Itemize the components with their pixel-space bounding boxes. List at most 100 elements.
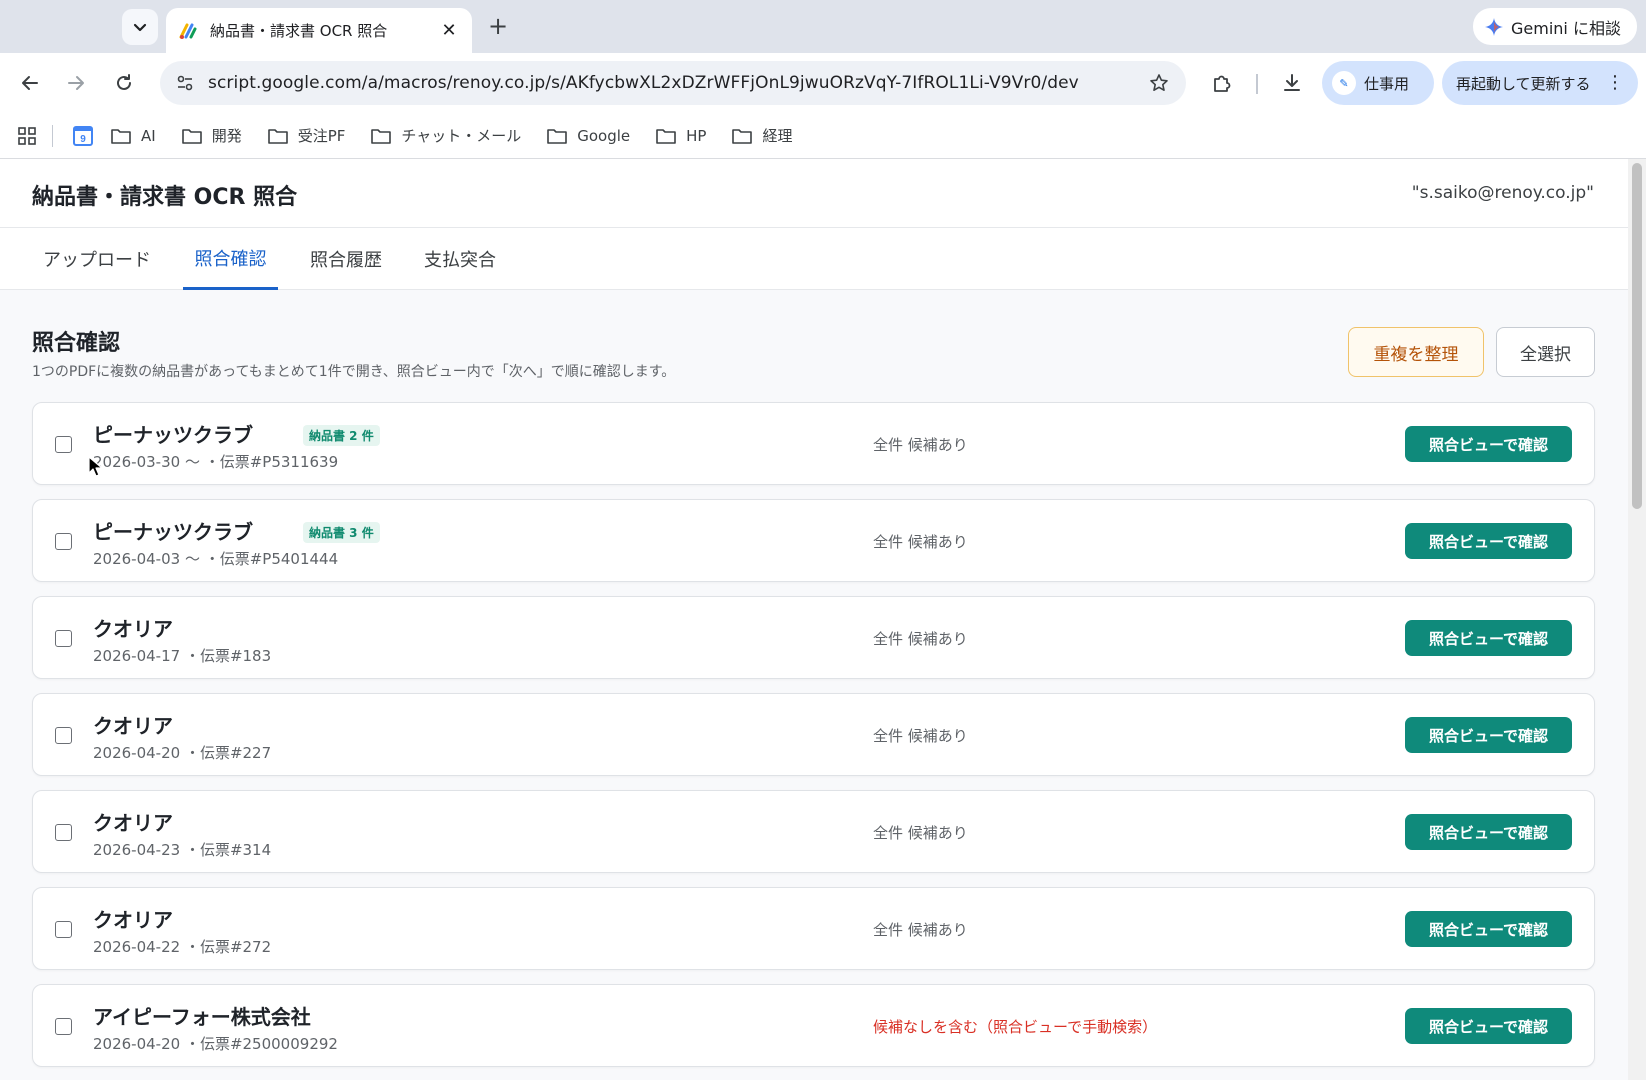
list-item: クオリア 2026-04-22 ・伝票#272 全件 候補あり 照合ビューで確認 [32,887,1595,970]
bookmarks-divider [52,124,53,147]
profile-avatar-icon: ✎ [1332,71,1356,95]
open-match-view-button[interactable]: 照合ビューで確認 [1405,620,1572,656]
bookmark-label: 経理 [762,127,793,145]
bookmark-folder-chat[interactable]: チャット・メール [371,125,521,146]
row-checkbox[interactable] [55,436,72,453]
vendor-name: クオリア [93,811,173,835]
match-status: 全件 候補あり [873,824,968,842]
update-button[interactable]: 再起動して更新する ⋮ [1442,61,1638,105]
count-badge: 納品書 2 件 [303,425,380,446]
folder-icon [547,128,568,144]
open-match-view-button[interactable]: 照合ビューで確認 [1405,1008,1572,1044]
bookmark-folder-hp[interactable]: HP [656,127,706,145]
vendor-name: ピーナッツクラブ [93,423,253,447]
app-header: 納品書・請求書 OCR 照合 "s.saiko@renoy.co.jp" [0,159,1628,228]
tab-match-history[interactable]: 照合履歴 [300,228,392,290]
row-meta: 2026-03-30 〜 ・伝票#P5311639 [93,453,339,471]
row-meta: 2026-04-20 ・伝票#2500009292 [93,1035,338,1053]
reload-button[interactable] [106,65,142,101]
calendar-icon[interactable]: 9 [73,125,93,146]
back-button[interactable] [12,65,48,101]
list-item: クオリア 2026-04-17 ・伝票#183 全件 候補あり 照合ビューで確認 [32,596,1595,679]
folder-icon [111,128,131,144]
list-item: ピーナッツクラブ 納品書 3 件 2026-04-03 〜 ・伝票#P54014… [32,499,1595,582]
profile-button[interactable]: ✎ 仕事用 [1322,61,1434,105]
bookmark-label: 開発 [211,127,242,145]
site-info-icon[interactable] [174,72,196,94]
forward-button[interactable] [58,65,94,101]
reload-icon [117,74,131,90]
open-match-view-button[interactable]: 照合ビューで確認 [1405,426,1572,462]
vendor-name: アイピーフォー株式会社 [93,1005,311,1029]
browser-tab-active[interactable]: 納品書・請求書 OCR 照合 ✕ [166,8,472,53]
url-text: script.google.com/a/macros/renoy.co.jp/s… [208,73,1079,93]
puzzle-icon [1214,75,1231,92]
bookmark-folder-accounting[interactable]: 経理 [732,125,793,146]
vendor-name: クオリア [93,714,173,738]
bookmark-label: Google [577,126,631,145]
bookmark-label: HP [686,126,707,145]
folder-icon [656,128,676,144]
close-tab-icon[interactable]: ✕ [438,20,460,42]
browser-tabstrip: 納品書・請求書 OCR 照合 ✕ + Gemini に相談 [0,0,1646,53]
gemini-sparkle-icon [1485,17,1503,36]
downloads-button[interactable] [1274,65,1310,101]
row-checkbox[interactable] [55,630,72,647]
extensions-button[interactable] [1204,65,1240,101]
vendor-name: クオリア [93,617,173,641]
address-bar[interactable]: script.google.com/a/macros/renoy.co.jp/s… [160,61,1186,105]
browser-tab-title: 納品書・請求書 OCR 照合 [210,22,388,40]
bookmark-folder-ai[interactable]: AI [111,127,156,145]
arrow-left-icon [22,76,38,90]
row-checkbox[interactable] [55,1018,72,1035]
app-tabs: アップロード 照合確認 照合履歴 支払突合 [0,228,1628,290]
select-all-button[interactable]: 全選択 [1496,327,1595,377]
bookmark-folder-dev[interactable]: 開発 [181,125,242,146]
folder-icon [181,128,202,144]
folder-icon [732,128,753,144]
section-description: 1つのPDFに複数の納品書があってもまとめて1件で開き、照合ビュー内で「次へ」で… [32,364,676,380]
row-meta: 2026-04-23 ・伝票#314 [93,841,272,859]
browser-toolbar: script.google.com/a/macros/renoy.co.jp/s… [0,53,1646,113]
open-match-view-button[interactable]: 照合ビューで確認 [1405,911,1572,947]
open-match-view-button[interactable]: 照合ビューで確認 [1405,717,1572,753]
dedupe-button[interactable]: 重複を整理 [1348,327,1484,377]
tab-payment-reconcile[interactable]: 支払突合 [414,228,506,290]
apps-script-favicon-icon [179,23,197,39]
vendor-name: ピーナッツクラブ [93,520,253,544]
row-checkbox[interactable] [55,533,72,550]
row-checkbox[interactable] [55,824,72,841]
user-email: "s.saiko@renoy.co.jp" [1411,183,1594,203]
bookmark-folder-google[interactable]: Google [547,127,630,145]
bookmark-label: 受注PF [297,127,346,145]
update-label: 再起動して更新する [1456,74,1591,93]
match-status: 全件 候補あり [873,533,968,551]
new-tab-button[interactable]: + [484,12,512,40]
calendar-icon-text: 9 [80,134,86,145]
open-match-view-button[interactable]: 照合ビューで確認 [1405,814,1572,850]
mouse-cursor-icon [88,456,103,477]
list-item: ピーナッツクラブ 納品書 2 件 2026-03-30 〜 ・伝票#P53116… [32,402,1595,485]
list-item: クオリア 2026-04-23 ・伝票#314 全件 候補あり 照合ビューで確認 [32,790,1595,873]
match-status: 全件 候補あり [873,630,968,648]
toolbar-divider [1256,74,1258,94]
arrow-right-icon [68,76,84,90]
apps-grid-icon[interactable] [16,125,38,147]
open-match-view-button[interactable]: 照合ビューで確認 [1405,523,1572,559]
bookmark-star-icon[interactable] [1144,68,1174,98]
row-checkbox[interactable] [55,921,72,938]
match-status: 全件 候補あり [873,436,968,454]
tab-match-review[interactable]: 照合確認 [183,228,278,290]
folder-icon [371,128,392,144]
tab-upload[interactable]: アップロード [32,228,162,290]
gemini-button[interactable]: Gemini に相談 [1473,8,1637,45]
bookmark-label: AI [141,126,156,145]
row-checkbox[interactable] [55,727,72,744]
more-vert-icon: ⋮ [1606,72,1624,93]
scrollbar-thumb[interactable] [1632,163,1642,509]
folder-icon [267,128,288,144]
tab-search-button[interactable] [122,9,158,45]
page-content: 納品書・請求書 OCR 照合 "s.saiko@renoy.co.jp" アップ… [0,159,1628,1080]
bookmark-folder-orders[interactable]: 受注PF [267,125,346,146]
match-status: 全件 候補あり [873,727,968,745]
